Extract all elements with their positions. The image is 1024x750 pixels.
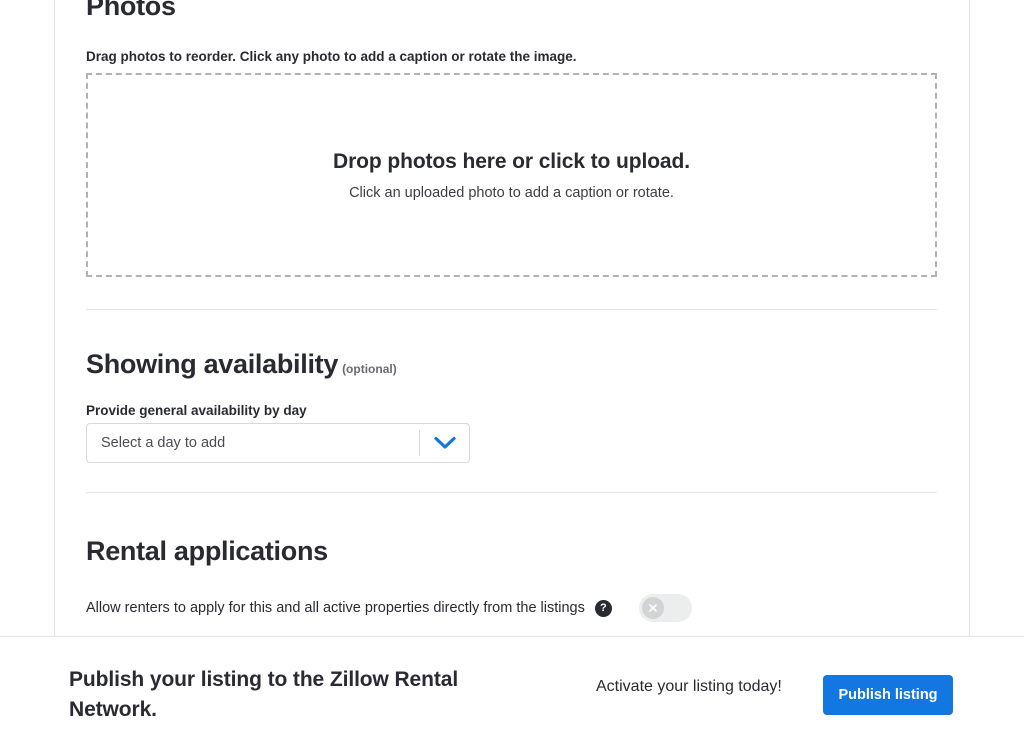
- footer-cta-text: Activate your listing today!: [596, 678, 782, 695]
- optional-tag: (optional): [342, 362, 397, 376]
- photos-heading-text: Photos: [86, 0, 176, 21]
- toggle-knob: [641, 597, 664, 619]
- rental-applications-heading: Rental applications: [86, 535, 328, 567]
- showing-availability-heading-text: Showing availability: [86, 349, 339, 379]
- rental-applications-toggle-row: Allow renters to apply for this and all …: [86, 594, 906, 622]
- dropzone-title: Drop photos here or click to upload.: [333, 149, 690, 173]
- photos-section-heading: Photos: [86, 0, 176, 22]
- showing-availability-heading: Showing availability (optional): [86, 348, 397, 385]
- availability-day-select[interactable]: Select a day to add: [86, 423, 470, 463]
- photos-instructions: Drag photos to reorder. Click any photo …: [86, 49, 577, 64]
- rental-applications-label: Allow renters to apply for this and all …: [86, 600, 585, 616]
- rental-applications-toggle[interactable]: [638, 594, 692, 622]
- rental-applications-heading-text: Rental applications: [86, 536, 328, 566]
- dropzone-subtitle: Click an uploaded photo to add a caption…: [349, 184, 674, 201]
- footer-title: Publish your listing to the Zillow Renta…: [69, 668, 459, 721]
- section-divider-photos: [86, 309, 937, 310]
- help-icon[interactable]: ?: [594, 599, 612, 617]
- form-card-right-border: [969, 0, 970, 636]
- chevron-down-icon[interactable]: [420, 424, 469, 462]
- form-card: Photos Drag photos to reorder. Click any…: [55, 0, 969, 636]
- publish-listing-button[interactable]: Publish listing: [823, 675, 953, 715]
- listing-editor-page: Photos Drag photos to reorder. Click any…: [0, 0, 1024, 750]
- close-x-icon: [649, 604, 657, 612]
- availability-field-label: Provide general availability by day: [86, 403, 307, 418]
- photo-dropzone[interactable]: Drop photos here or click to upload. Cli…: [86, 73, 937, 277]
- availability-day-select-value: Select a day to add: [101, 435, 226, 451]
- section-divider-availability: [86, 492, 937, 493]
